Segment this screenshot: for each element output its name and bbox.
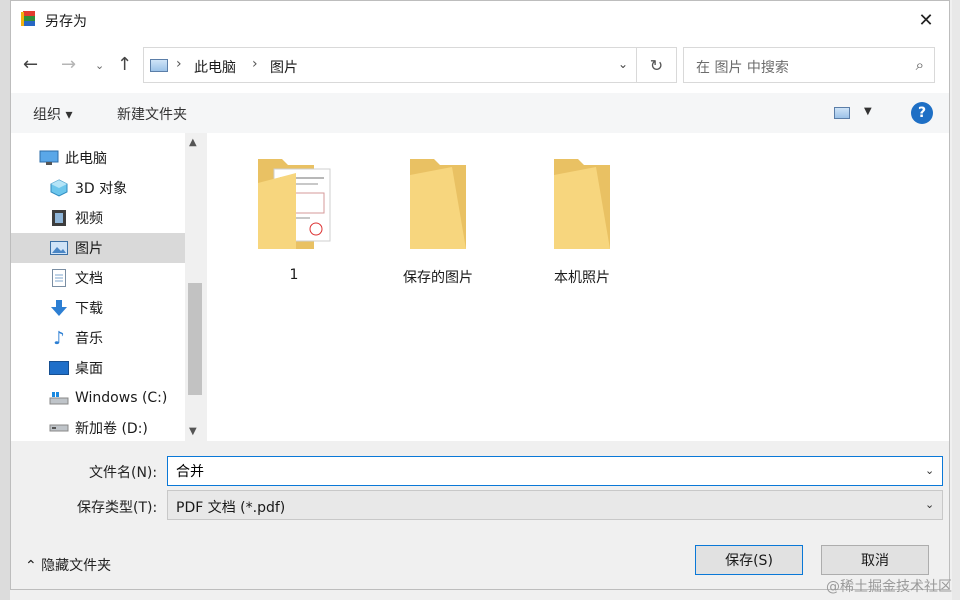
refresh-button[interactable]: ↻: [637, 47, 677, 83]
breadcrumb-this-pc[interactable]: 此电脑: [194, 57, 236, 77]
navigation-pane: 此电脑 3D 对象 视频 图片 文档 下载 ♪ 音乐 桌面 Windows (C…: [11, 133, 185, 441]
file-list-view: 1 保存的图片 本机照片: [207, 133, 949, 441]
cancel-button-label: 取消: [861, 553, 889, 569]
organize-menu-button[interactable]: 组织 ▾: [33, 104, 72, 124]
search-placeholder: 在 图片 中搜索: [696, 60, 789, 76]
folder-label: 保存的图片: [403, 270, 473, 286]
pictures-library-icon: [150, 59, 168, 72]
back-arrow-icon[interactable]: ←: [23, 54, 38, 75]
search-icon: ⌕: [915, 56, 924, 74]
sidebar-item-label: 3D 对象: [75, 181, 128, 197]
sidebar-item-label: 视频: [75, 211, 103, 227]
document-icon: [49, 269, 69, 287]
sidebar-item-desktop[interactable]: 桌面: [11, 353, 185, 383]
new-folder-button[interactable]: 新建文件夹: [117, 104, 187, 124]
sidebar-item-this-pc[interactable]: 此电脑: [11, 143, 185, 173]
filetype-select[interactable]: PDF 文档 (*.pdf): [167, 490, 943, 520]
close-icon: ✕: [918, 9, 934, 31]
command-bar: 组织 ▾ 新建文件夹 ▼ ?: [11, 93, 949, 133]
navigation-pane-scrollbar[interactable]: ▲ ▼: [185, 133, 205, 441]
folder-icon: [554, 159, 610, 249]
music-icon: ♪: [53, 327, 65, 349]
filename-field[interactable]: [167, 456, 943, 486]
folder-item[interactable]: 1: [239, 153, 349, 283]
folder-item[interactable]: 保存的图片: [383, 153, 493, 287]
close-button[interactable]: ✕: [903, 1, 949, 39]
filetype-value: PDF 文档 (*.pdf): [176, 500, 286, 516]
folder-label: 本机照片: [554, 270, 610, 286]
recent-locations-chevron-icon[interactable]: ⌄: [95, 59, 104, 72]
cancel-button[interactable]: 取消: [821, 545, 929, 575]
forward-arrow-icon[interactable]: →: [61, 54, 76, 75]
up-arrow-icon[interactable]: ↑: [117, 54, 132, 75]
folder-icon: [410, 159, 466, 249]
background-window-edge: [0, 0, 10, 600]
sidebar-item-label: Windows (C:): [75, 390, 168, 406]
refresh-icon: ↻: [649, 55, 664, 75]
download-icon: [49, 299, 69, 317]
sidebar-item-3d-objects[interactable]: 3D 对象: [11, 173, 185, 203]
sidebar-item-downloads[interactable]: 下载: [11, 293, 185, 323]
watermark-text: @稀土掘金技术社区: [826, 579, 952, 595]
picture-icon: [49, 239, 69, 257]
sidebar-item-drive-d[interactable]: 新加卷 (D:): [11, 413, 185, 441]
hide-folders-toggle[interactable]: ⌃ 隐藏文件夹: [25, 555, 111, 575]
sidebar-item-videos[interactable]: 视频: [11, 203, 185, 233]
scroll-up-arrow-icon[interactable]: ▲: [189, 137, 197, 148]
sidebar-item-label: 图片: [75, 241, 103, 257]
sidebar-item-label: 下载: [75, 301, 103, 317]
sidebar-item-label: 新加卷 (D:): [75, 421, 148, 437]
change-view-icon[interactable]: [834, 107, 850, 119]
sidebar-item-label: 此电脑: [65, 151, 107, 167]
scrollbar-thumb[interactable]: [188, 283, 202, 395]
sidebar-item-label: 音乐: [75, 331, 103, 347]
address-dropdown-icon[interactable]: ⌄: [618, 57, 628, 71]
save-button-label: 保存(S): [725, 553, 773, 569]
sidebar-item-label: 桌面: [75, 361, 103, 377]
filetype-dropdown-icon[interactable]: ⌄: [925, 498, 934, 511]
sidebar-item-drive-c[interactable]: Windows (C:): [11, 383, 185, 413]
computer-icon: [39, 149, 59, 167]
sidebar-item-pictures[interactable]: 图片: [11, 233, 185, 263]
search-input[interactable]: 在 图片 中搜索 ⌕: [683, 47, 935, 83]
folder-item[interactable]: 本机照片: [527, 153, 637, 287]
sidebar-item-documents[interactable]: 文档: [11, 263, 185, 293]
sidebar-item-music[interactable]: ♪ 音乐: [11, 323, 185, 353]
save-button[interactable]: 保存(S): [695, 545, 803, 575]
sidebar-item-label: 文档: [75, 271, 103, 287]
window-title: 另存为: [45, 14, 87, 30]
filename-label: 文件名(N):: [89, 465, 158, 481]
drive-c-icon: [49, 389, 69, 407]
breadcrumb-pictures[interactable]: 图片: [270, 57, 298, 77]
navigation-bar: ← → ⌄ ↑ › 此电脑 › 图片 ⌄ ↻ 在 图片 中搜索 ⌕: [11, 39, 949, 93]
view-options-dropdown-icon[interactable]: ▼: [864, 106, 872, 117]
filetype-label: 保存类型(T):: [77, 500, 158, 516]
help-icon[interactable]: ?: [911, 102, 933, 124]
breadcrumb-separator[interactable]: ›: [252, 56, 258, 72]
folder-with-preview-icon: [258, 159, 331, 249]
breadcrumb-separator[interactable]: ›: [176, 56, 182, 72]
filename-dropdown-icon[interactable]: ⌄: [925, 464, 934, 477]
drive-d-icon: [49, 419, 69, 437]
background-window-edge-right: [952, 0, 960, 600]
save-as-dialog: 另存为 ✕ ← → ⌄ ↑ › 此电脑 › 图片 ⌄ ↻ 在 图片 中搜索 ⌕ …: [10, 0, 950, 590]
cube-icon: [49, 179, 69, 197]
desktop-icon: [49, 359, 69, 377]
folder-label: 1: [289, 267, 299, 283]
app-icon: [21, 11, 35, 26]
video-icon: [49, 209, 69, 227]
scroll-down-arrow-icon[interactable]: ▼: [189, 426, 197, 437]
address-bar[interactable]: › 此电脑 › 图片 ⌄: [143, 47, 637, 83]
title-bar: 另存为 ✕: [11, 1, 949, 39]
